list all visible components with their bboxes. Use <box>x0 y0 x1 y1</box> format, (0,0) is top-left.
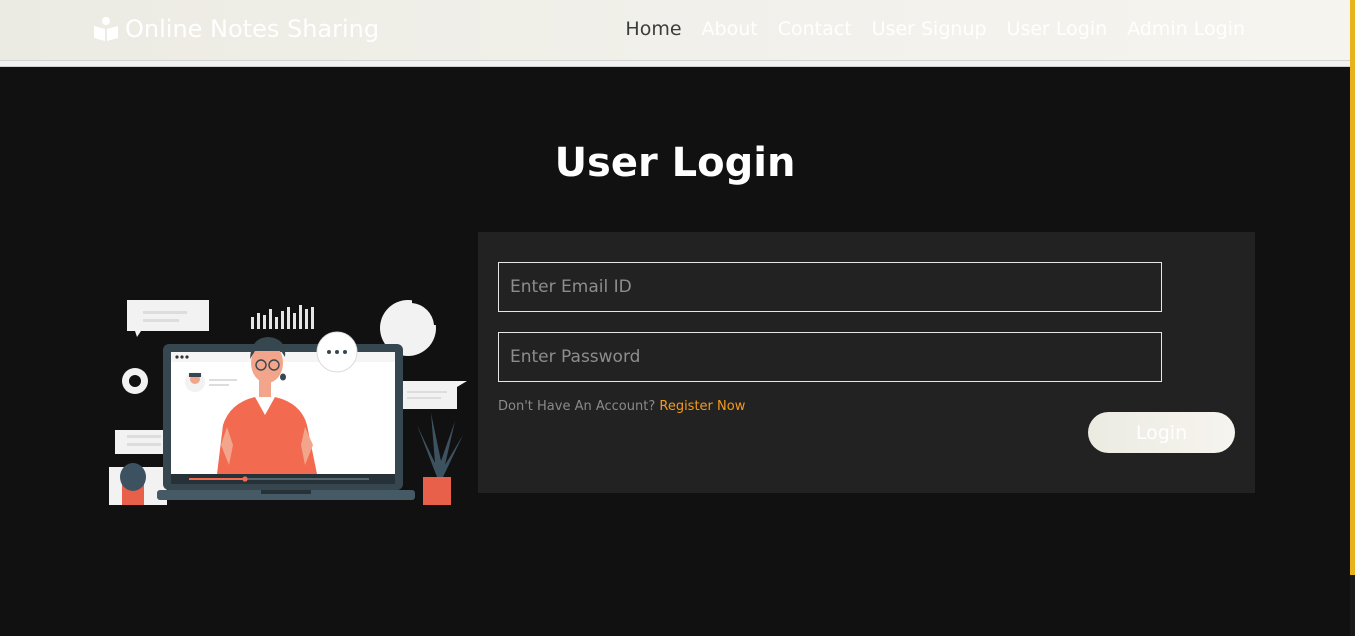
login-form: Don't Have An Account? Register Now Logi… <box>478 232 1255 493</box>
navbar-underline <box>0 61 1350 67</box>
email-field[interactable] <box>498 262 1162 312</box>
nav-admin-login[interactable]: Admin Login <box>1127 18 1245 40</box>
brand-name: Online Notes Sharing <box>125 15 380 43</box>
navbar: Online Notes Sharing Home About Contact … <box>0 0 1350 61</box>
nav-contact[interactable]: Contact <box>778 18 852 40</box>
nav-home[interactable]: Home <box>625 18 681 40</box>
scrollbar-track[interactable] <box>1350 0 1355 575</box>
nav-links: Home About Contact User Signup User Logi… <box>625 18 1245 40</box>
password-field[interactable] <box>498 332 1162 382</box>
nav-user-signup[interactable]: User Signup <box>872 18 987 40</box>
nav-about[interactable]: About <box>702 18 758 40</box>
page-title: User Login <box>554 140 796 186</box>
brand-logo[interactable]: Online Notes Sharing <box>93 15 379 43</box>
register-prompt: Don't Have An Account? Register Now <box>498 399 745 414</box>
book-reader-icon <box>93 16 119 42</box>
online-class-illustration <box>105 295 470 510</box>
login-button[interactable]: Login <box>1088 412 1235 453</box>
register-now-link[interactable]: Register Now <box>659 399 745 414</box>
scrollbar-thumb[interactable] <box>1350 575 1355 636</box>
nav-user-login[interactable]: User Login <box>1007 18 1108 40</box>
register-prompt-text: Don't Have An Account? <box>498 399 656 414</box>
